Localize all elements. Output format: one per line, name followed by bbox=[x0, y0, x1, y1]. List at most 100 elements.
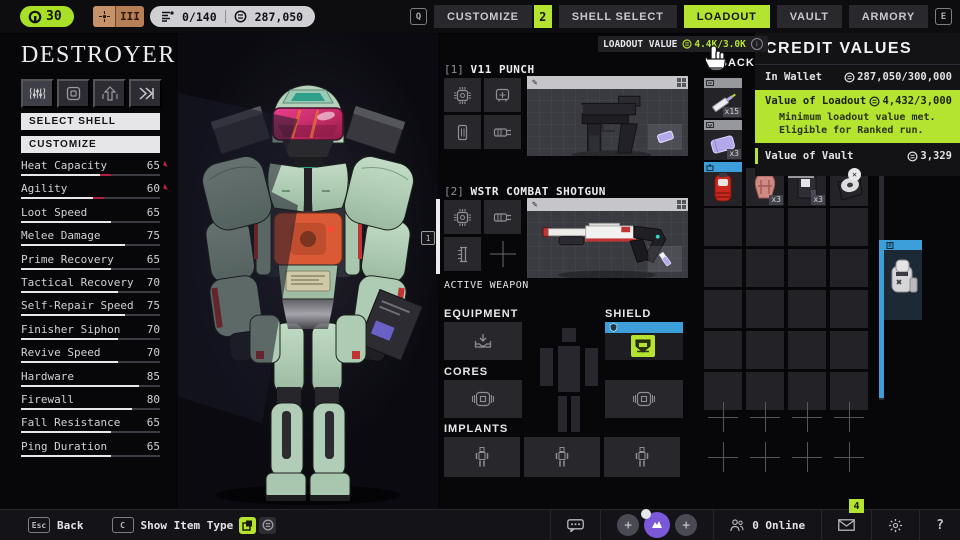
resources-badge[interactable]: 0/140 287,050 bbox=[150, 6, 315, 27]
stat-hardware[interactable]: Hardware85◣ bbox=[21, 370, 160, 393]
divider bbox=[225, 10, 226, 23]
tune-icon-button[interactable] bbox=[21, 79, 54, 108]
weapon2-shells-slot[interactable] bbox=[444, 237, 481, 271]
pistol-ammo-chip[interactable] bbox=[648, 124, 682, 150]
implant-slot-1[interactable] bbox=[444, 437, 520, 477]
weapon2-preview-card[interactable]: ✎ bbox=[527, 198, 688, 278]
weapon1-sight-slot[interactable] bbox=[484, 78, 521, 112]
backpack-empty-cell[interactable] bbox=[704, 249, 742, 287]
select-shell-button[interactable]: SELECT SHELL bbox=[21, 113, 160, 130]
implants-label: IMPLANTS bbox=[444, 423, 508, 435]
help-cell[interactable]: ? bbox=[919, 510, 960, 540]
backpack-empty-cell[interactable] bbox=[830, 249, 868, 287]
shell-icon-button[interactable] bbox=[57, 79, 90, 108]
online-cell[interactable]: 0 Online bbox=[713, 510, 821, 540]
weapon1-chip-slot[interactable] bbox=[444, 78, 481, 112]
esc-key-hint: Esc bbox=[28, 517, 50, 533]
chat-cell[interactable] bbox=[550, 510, 600, 540]
backpack-empty-cell[interactable] bbox=[746, 290, 784, 328]
backpack-item-pouch[interactable]: x3 bbox=[704, 120, 742, 160]
backpack-empty-cell[interactable] bbox=[830, 331, 868, 369]
core-slot-2[interactable] bbox=[605, 380, 683, 418]
weapon2-empty-slot[interactable] bbox=[484, 237, 521, 271]
weapon1-muzzle-slot[interactable] bbox=[484, 115, 521, 149]
backpack-expand-slot[interactable] bbox=[746, 438, 784, 476]
shotgun-ammo-chip[interactable] bbox=[648, 246, 682, 272]
stat-self-repair-speed[interactable]: Self-Repair Speed75◣ bbox=[21, 299, 160, 322]
upgrade-icon-button[interactable] bbox=[93, 79, 126, 108]
weapon2-muzzle-slot[interactable] bbox=[484, 200, 521, 234]
stat-agility[interactable]: Agility60◣ bbox=[21, 182, 160, 205]
player-avatar[interactable] bbox=[644, 512, 670, 538]
stat-melee-damage[interactable]: Melee Damage75◣ bbox=[21, 229, 160, 252]
backpack-expand-slot[interactable] bbox=[830, 398, 868, 436]
equipment-slot[interactable] bbox=[444, 322, 522, 360]
backpack-expand-slot[interactable] bbox=[788, 438, 826, 476]
backpack-scrollbar-thumb[interactable] bbox=[879, 240, 884, 398]
customize-button[interactable]: CUSTOMIZE bbox=[21, 136, 160, 153]
backpack-expand-slot[interactable] bbox=[788, 398, 826, 436]
backpack-item-syringe[interactable]: x15 bbox=[704, 78, 742, 118]
muzzle-icon bbox=[493, 127, 512, 138]
close-icon[interactable]: ✕ bbox=[848, 168, 861, 181]
backpack-expand-slot[interactable] bbox=[704, 438, 742, 476]
backpack-empty-cell[interactable] bbox=[830, 290, 868, 328]
backpack-item-medkit[interactable] bbox=[704, 162, 742, 206]
item-type-toggle-on[interactable] bbox=[239, 517, 256, 534]
item-header bbox=[704, 78, 742, 88]
skip-icon-button[interactable] bbox=[129, 79, 162, 108]
backpack-empty-cell[interactable] bbox=[746, 249, 784, 287]
tab-vault[interactable]: VAULT bbox=[777, 5, 842, 28]
stat-ping-duration[interactable]: Ping Duration65◣ bbox=[21, 440, 160, 463]
tab-customize[interactable]: CUSTOMIZE bbox=[434, 5, 532, 28]
backpack-empty-cell[interactable] bbox=[746, 208, 784, 246]
weapon-select-key-hint: 1 bbox=[421, 231, 435, 245]
backpack-empty-cell[interactable] bbox=[830, 208, 868, 246]
backpack-empty-cell[interactable] bbox=[788, 331, 826, 369]
backpack-empty-cell[interactable] bbox=[788, 290, 826, 328]
tab-loadout[interactable]: LOADOUT bbox=[684, 5, 770, 28]
info-icon[interactable]: i bbox=[751, 38, 763, 50]
backpack-expand-slot[interactable] bbox=[746, 398, 784, 436]
magazine-icon bbox=[456, 124, 469, 141]
stat-revive-speed[interactable]: Revive Speed70◣ bbox=[21, 346, 160, 369]
mail-cell[interactable] bbox=[821, 510, 871, 540]
shield-slot[interactable] bbox=[605, 322, 683, 360]
implant-slot-2[interactable] bbox=[524, 437, 600, 477]
tab-shell-select[interactable]: SHELL SELECT bbox=[559, 5, 677, 28]
stat-tactical-recovery[interactable]: Tactical Recovery70◣ bbox=[21, 276, 160, 299]
tab-armory[interactable]: ARMORY bbox=[849, 5, 928, 28]
stat-firewall[interactable]: Firewall80◣ bbox=[21, 393, 160, 416]
prestige-badge[interactable]: III bbox=[93, 6, 144, 27]
value-toggle-off[interactable] bbox=[259, 517, 276, 534]
stat-fall-resistance[interactable]: Fall Resistance65◣ bbox=[21, 416, 160, 439]
backpack-empty-cell[interactable] bbox=[704, 208, 742, 246]
backpack-item-selected-module[interactable] bbox=[884, 240, 922, 320]
stat-heat-capacity[interactable]: Heat Capacity65◣ bbox=[21, 159, 160, 182]
level-badge[interactable]: 30 bbox=[20, 6, 74, 27]
backpack-expand-slot[interactable] bbox=[830, 438, 868, 476]
backpack-empty-cell[interactable] bbox=[788, 208, 826, 246]
weapon2-chip-slot[interactable] bbox=[444, 200, 481, 234]
backpack-empty-cell[interactable] bbox=[746, 331, 784, 369]
add-party-slot-button[interactable]: + bbox=[675, 514, 697, 536]
back-button[interactable]: Back bbox=[57, 519, 84, 532]
backpack-expand-slot[interactable] bbox=[704, 398, 742, 436]
stat-finisher-siphon[interactable]: Finisher Siphon70◣ bbox=[21, 323, 160, 346]
credit-icon bbox=[234, 10, 247, 23]
add-party-slot-button[interactable]: + bbox=[617, 514, 639, 536]
core-icon bbox=[472, 391, 494, 407]
weapon1-magazine-slot[interactable] bbox=[444, 115, 481, 149]
settings-cell[interactable] bbox=[871, 510, 919, 540]
backpack-empty-cell[interactable] bbox=[704, 290, 742, 328]
backpack-empty-cell[interactable] bbox=[704, 331, 742, 369]
implant-slot-3[interactable] bbox=[604, 437, 680, 477]
core-slot-1[interactable] bbox=[444, 380, 522, 418]
stat-prime-recovery[interactable]: Prime Recovery65◣ bbox=[21, 253, 160, 276]
character-viewport[interactable] bbox=[178, 33, 438, 510]
backpack-empty-cell[interactable] bbox=[788, 249, 826, 287]
stat-loot-speed[interactable]: Loot Speed65◣ bbox=[21, 206, 160, 229]
loadout-screen: 30 III 0/140 287,050 Q CUSTOMIZE 2 bbox=[0, 0, 960, 540]
show-item-type-button[interactable]: Show Item Type bbox=[141, 519, 234, 532]
weapon1-preview-card[interactable]: ✎ bbox=[527, 76, 688, 156]
